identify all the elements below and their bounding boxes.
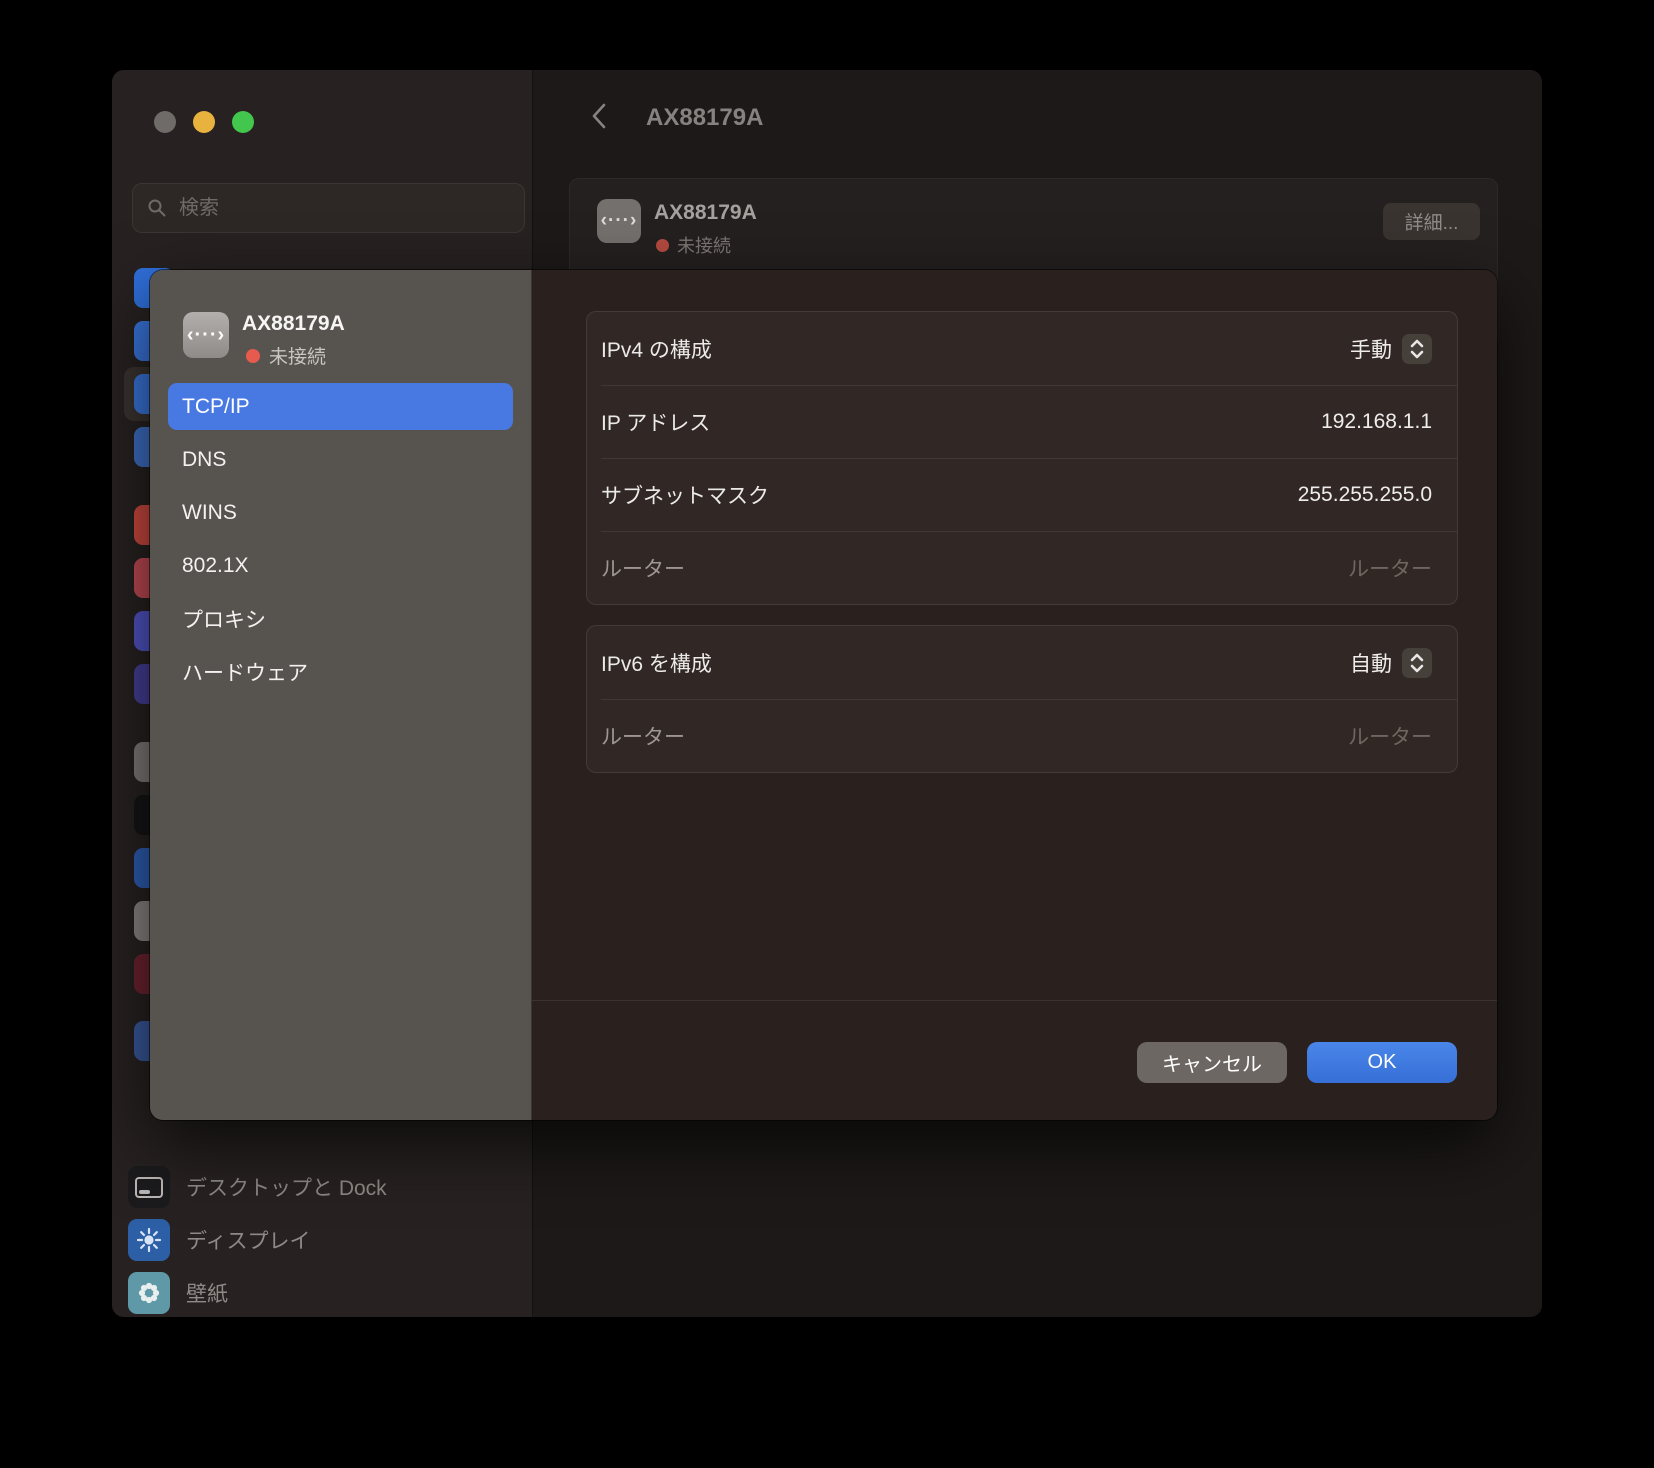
close-button[interactable]: [154, 111, 176, 133]
ipv6-configure-label: IPv6 を構成: [601, 648, 712, 678]
ip-address-row: IP アドレス 192.168.1.1: [587, 385, 1457, 458]
status-dot: [656, 239, 669, 252]
sheet-nav: TCP/IP DNS WINS 802.1X プロキシ ハードウェア: [168, 383, 513, 695]
zoom-button[interactable]: [232, 111, 254, 133]
wallpaper-icon: [128, 1272, 170, 1314]
minimize-button[interactable]: [193, 111, 215, 133]
search-icon: [147, 198, 167, 218]
subnet-mask-field[interactable]: 255.255.255.0: [1298, 483, 1432, 507]
ipv6-group: IPv6 を構成 自動 ルーター ルーター: [586, 625, 1458, 773]
sidebar-item-desktop-dock[interactable]: デスクトップと Dock: [128, 1166, 387, 1208]
sidebar-item-label: ディスプレイ: [186, 1225, 311, 1255]
desktop-dock-icon: [128, 1166, 170, 1208]
ipv4-router-field[interactable]: ルーター: [1348, 553, 1432, 583]
ipv4-configure-select[interactable]: [1402, 334, 1432, 364]
device-name: AX88179A: [242, 312, 345, 336]
ipv4-configure-row: IPv4 の構成 手動: [587, 312, 1457, 385]
search-field[interactable]: [132, 183, 525, 233]
device-name: AX88179A: [654, 201, 757, 225]
ipv6-router-field[interactable]: ルーター: [1348, 721, 1432, 751]
status-text: 未接続: [269, 342, 326, 369]
tab-hardware[interactable]: ハードウェア: [168, 648, 513, 695]
search-input[interactable]: [177, 196, 510, 221]
status-text: 未接続: [677, 232, 731, 258]
ipv4-configure-value: 手動: [1350, 334, 1392, 364]
tab-tcpip[interactable]: TCP/IP: [168, 383, 513, 430]
ip-address-label: IP アドレス: [601, 407, 710, 437]
footer-divider: [532, 1000, 1497, 1001]
sidebar-item-label: 壁紙: [186, 1278, 228, 1308]
tab-proxies[interactable]: プロキシ: [168, 595, 513, 642]
ipv6-configure-row: IPv6 を構成 自動: [587, 626, 1457, 699]
ip-address-field[interactable]: 192.168.1.1: [1321, 410, 1432, 434]
ipv6-configure-value: 自動: [1350, 648, 1392, 678]
tab-dns[interactable]: DNS: [168, 436, 513, 483]
sheet-sidebar: ‹···› AX88179A 未接続 TCP/IP DNS WINS 802.1…: [150, 270, 532, 1120]
up-down-chevrons-icon: [1405, 650, 1429, 676]
ipv6-router-row: ルーター ルーター: [587, 699, 1457, 772]
device-status: 未接続: [246, 342, 326, 369]
sidebar-item-wallpaper[interactable]: 壁紙: [128, 1272, 228, 1314]
details-button[interactable]: 詳細...: [1383, 203, 1480, 240]
ipv6-router-label: ルーター: [601, 721, 685, 751]
cancel-button[interactable]: キャンセル: [1137, 1042, 1287, 1083]
sidebar-item-label: デスクトップと Dock: [186, 1172, 387, 1202]
tab-wins[interactable]: WINS: [168, 489, 513, 536]
ipv6-configure-select[interactable]: [1402, 648, 1432, 678]
sheet-content: IPv4 の構成 手動 IP アドレス 192.168.1.1 サブネットマスク: [532, 270, 1497, 1120]
ipv4-router-row: ルーター ルーター: [587, 531, 1457, 604]
back-chevron-icon[interactable]: [588, 101, 612, 131]
status-dot: [246, 349, 260, 363]
subnet-mask-row: サブネットマスク 255.255.255.0: [587, 458, 1457, 531]
ipv4-router-label: ルーター: [601, 553, 685, 583]
up-down-chevrons-icon: [1405, 336, 1429, 362]
tab-8021x[interactable]: 802.1X: [168, 542, 513, 589]
display-icon: [128, 1219, 170, 1261]
sidebar-item-display[interactable]: ディスプレイ: [128, 1219, 311, 1261]
page-title: AX88179A: [646, 104, 763, 132]
ipv4-group: IPv4 の構成 手動 IP アドレス 192.168.1.1 サブネットマスク: [586, 311, 1458, 605]
device-status: 未接続: [656, 232, 731, 258]
tcpip-settings-sheet: ‹···› AX88179A 未接続 TCP/IP DNS WINS 802.1…: [150, 270, 1497, 1120]
screen: { "colors": { "accent": "#4879e2", "ok_b…: [0, 0, 1654, 1468]
ethernet-adapter-icon: ‹···›: [597, 199, 641, 243]
ipv4-configure-label: IPv4 の構成: [601, 334, 712, 364]
ethernet-adapter-icon: ‹···›: [183, 312, 229, 358]
subnet-mask-label: サブネットマスク: [601, 480, 769, 510]
ok-button[interactable]: OK: [1307, 1042, 1457, 1083]
